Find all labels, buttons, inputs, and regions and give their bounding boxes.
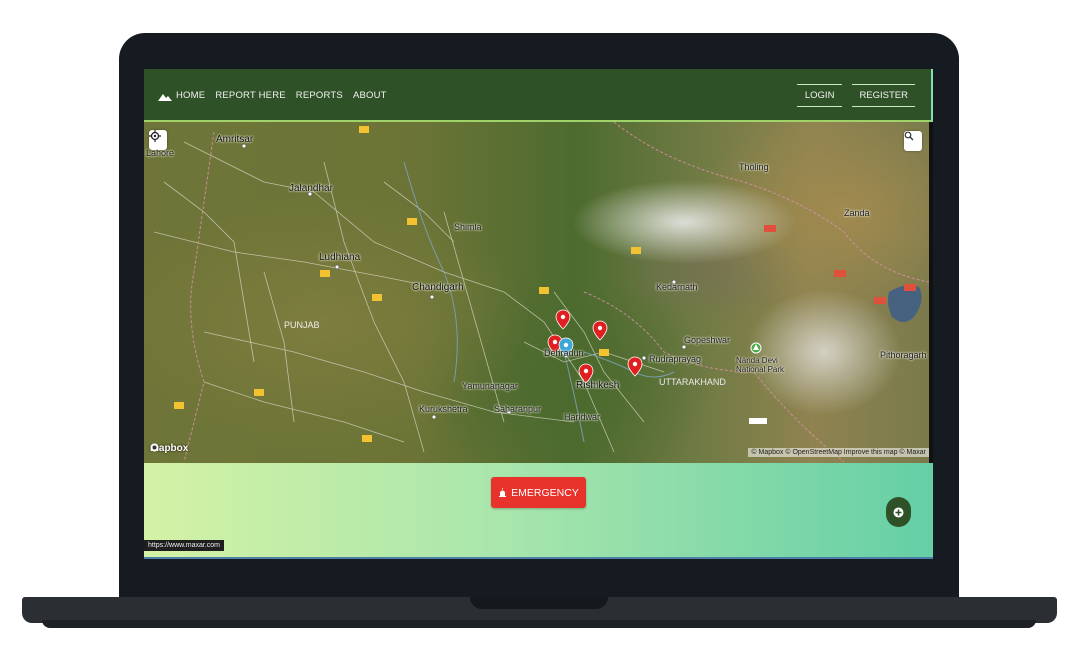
laptop-base-foot xyxy=(42,620,1036,628)
nav-report-here-label: REPORT HERE xyxy=(215,90,286,101)
screen-bottom-strip xyxy=(144,557,933,559)
mapbox-logo: mapbox xyxy=(150,443,188,454)
login-button[interactable]: LOGIN xyxy=(796,84,843,107)
map-label-gopeshwar: Gopeshwar xyxy=(684,335,731,345)
mapbox-icon xyxy=(150,443,159,452)
nav-left: HOME REPORT HERE REPORTS ABOUT xyxy=(158,69,387,122)
map-label-kurukshetra: Kurukshetra xyxy=(419,404,468,414)
navbar-accent xyxy=(931,69,933,122)
nav-about-label: ABOUT xyxy=(352,90,387,101)
laptop-screen: HOME REPORT HERE REPORTS ABOUT LOGIN REG… xyxy=(144,69,933,559)
navbar: HOME REPORT HERE REPORTS ABOUT LOGIN REG… xyxy=(144,69,933,122)
nav-reports-label: REPORTS xyxy=(295,90,343,101)
satellite-map[interactable]: Amritsar Lahore Jalandhar Ludhiana Chand… xyxy=(144,122,929,463)
map-label-chandigarh: Chandigarh xyxy=(412,282,464,293)
map-label-saharanpur: Saharanpur xyxy=(494,404,542,414)
map-label-lahore: Lahore xyxy=(146,148,175,158)
map-label-punjab: PUNJAB xyxy=(284,320,320,330)
map-attribution[interactable]: © Mapbox © OpenStreetMap Improve this ma… xyxy=(748,448,929,457)
map-label-amritsar: Amritsar xyxy=(216,134,254,145)
register-button[interactable]: REGISTER xyxy=(852,84,915,107)
map-label-pithoragarh: Pithoragarh xyxy=(880,350,927,360)
report-marker-icon xyxy=(592,320,608,341)
nav-home-label: HOME xyxy=(176,90,206,101)
nav-home[interactable]: HOME xyxy=(158,90,205,101)
map-label-haridwar: Haridwar xyxy=(564,412,601,422)
status-bar-url: https://www.maxar.com xyxy=(144,540,224,551)
plus-circle-icon xyxy=(893,507,904,517)
search-icon xyxy=(904,131,914,141)
siren-icon xyxy=(499,487,507,497)
map-label-uttarakhand: UTTARAKHAND xyxy=(659,377,726,387)
map-label-yamunanagar: Yamunanagar xyxy=(462,381,518,391)
nav-report-here[interactable]: REPORT HERE xyxy=(215,90,285,101)
map-label-kedarnath: Kedarnath xyxy=(656,282,698,292)
nav-about[interactable]: ABOUT xyxy=(353,90,387,101)
map-label-dehradun: Dehradun xyxy=(544,348,584,358)
map-label-jalandhar: Jalandhar xyxy=(289,183,333,194)
map-label-zanda: Zanda xyxy=(844,208,870,218)
map-label-rudraprayag: Rudraprayag xyxy=(649,354,702,364)
report-marker-icon xyxy=(555,309,571,330)
map-label-tholing: Thöling xyxy=(739,162,769,172)
locate-button[interactable] xyxy=(149,130,167,150)
map-label-rishikesh: Rishikesh xyxy=(576,380,620,391)
emergency-button[interactable]: EMERGENCY xyxy=(491,477,586,508)
park-marker-icon xyxy=(750,342,762,354)
map-search-button[interactable] xyxy=(904,131,922,151)
laptop-notch xyxy=(470,597,608,609)
emergency-label: EMERGENCY xyxy=(511,486,579,499)
map-label-nanda-devi: Nanda Devi National Park xyxy=(736,356,785,374)
lower-panel: EMERGENCY https://www.maxar.com xyxy=(144,463,933,559)
mountain-logo-icon xyxy=(158,93,172,101)
report-marker-icon xyxy=(627,356,643,377)
add-report-button[interactable] xyxy=(886,497,911,527)
crosshair-icon xyxy=(149,130,161,142)
map-label-shimla: Shimla xyxy=(454,222,482,232)
report-markers[interactable] xyxy=(547,309,643,384)
nav-right: LOGIN REGISTER xyxy=(796,69,915,122)
nav-reports[interactable]: REPORTS xyxy=(296,90,343,101)
map-label-ludhiana: Ludhiana xyxy=(319,252,361,263)
